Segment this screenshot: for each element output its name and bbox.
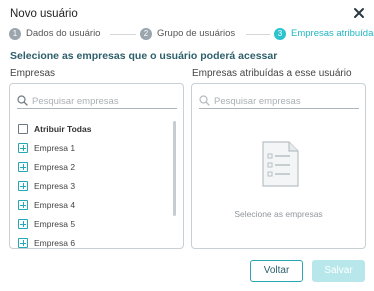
assigned-panel-title: Empresas atribuídas a esse usuário: [192, 68, 352, 79]
companies-scrollbar[interactable]: [173, 121, 176, 216]
company-name: Empresa 3: [34, 181, 76, 191]
company-name: Empresa 2: [34, 162, 76, 172]
stepper: 1 Dados do usuário 2 Grupo de usuários 3…: [0, 28, 374, 42]
company-name: Empresa 4: [34, 200, 76, 210]
assigned-companies-panel: Selecione as empresas: [191, 83, 366, 249]
list-item[interactable]: Empresa 2: [16, 160, 166, 179]
company-name: Empresa 6: [34, 238, 76, 248]
close-icon[interactable]: [353, 7, 365, 19]
step-2-label: Grupo de usuários: [157, 28, 236, 39]
step-connector: [246, 34, 270, 35]
document-list-icon: [262, 141, 299, 187]
search-icon: [199, 95, 210, 106]
list-item[interactable]: Empresa 5: [16, 217, 166, 236]
companies-search-input[interactable]: [32, 94, 172, 108]
new-user-dialog: Novo usuário 1 Dados do usuário 2 Grupo …: [0, 0, 374, 291]
search-icon: [17, 95, 28, 106]
select-all-label: Atribuir Todas: [34, 124, 92, 134]
company-name: Empresa 1: [34, 143, 76, 153]
step-1-label: Dados do usuário: [26, 28, 101, 39]
companies-panel: Atribuir Todas Empresa 1 Empresa 2 Empre…: [9, 83, 184, 249]
companies-search: [17, 93, 177, 109]
add-icon[interactable]: [18, 238, 28, 248]
dialog-title: Novo usuário: [10, 8, 78, 20]
companies-list: Atribuir Todas Empresa 1 Empresa 2 Empre…: [16, 122, 166, 248]
add-icon[interactable]: [18, 143, 28, 153]
companies-panel-title: Empresas: [10, 68, 56, 79]
company-name: Empresa 5: [34, 219, 76, 229]
save-button[interactable]: Salvar: [312, 260, 365, 282]
list-item[interactable]: Empresa 6: [16, 236, 166, 248]
list-item[interactable]: Empresa 4: [16, 198, 166, 217]
step-connector: [110, 34, 136, 35]
list-item[interactable]: Empresa 3: [16, 179, 166, 198]
add-icon[interactable]: [18, 200, 28, 210]
add-icon[interactable]: [18, 181, 28, 191]
assigned-search-input[interactable]: [214, 94, 354, 108]
add-icon[interactable]: [18, 162, 28, 172]
step-1-number: 1: [9, 28, 21, 40]
select-all-checkbox[interactable]: [18, 124, 28, 134]
instruction-text: Selecione as empresas que o usuário pode…: [10, 50, 278, 62]
back-button[interactable]: Voltar: [250, 260, 303, 282]
step-3-label: Empresas atribuídas: [291, 28, 374, 39]
step-2-number: 2: [140, 28, 152, 40]
step-3-number: 3: [274, 28, 286, 40]
assigned-search: [199, 93, 359, 109]
list-item[interactable]: Empresa 1: [16, 141, 166, 160]
select-all-row[interactable]: Atribuir Todas: [16, 122, 166, 141]
empty-state-text: Selecione as empresas: [234, 209, 323, 219]
add-icon[interactable]: [18, 219, 28, 229]
